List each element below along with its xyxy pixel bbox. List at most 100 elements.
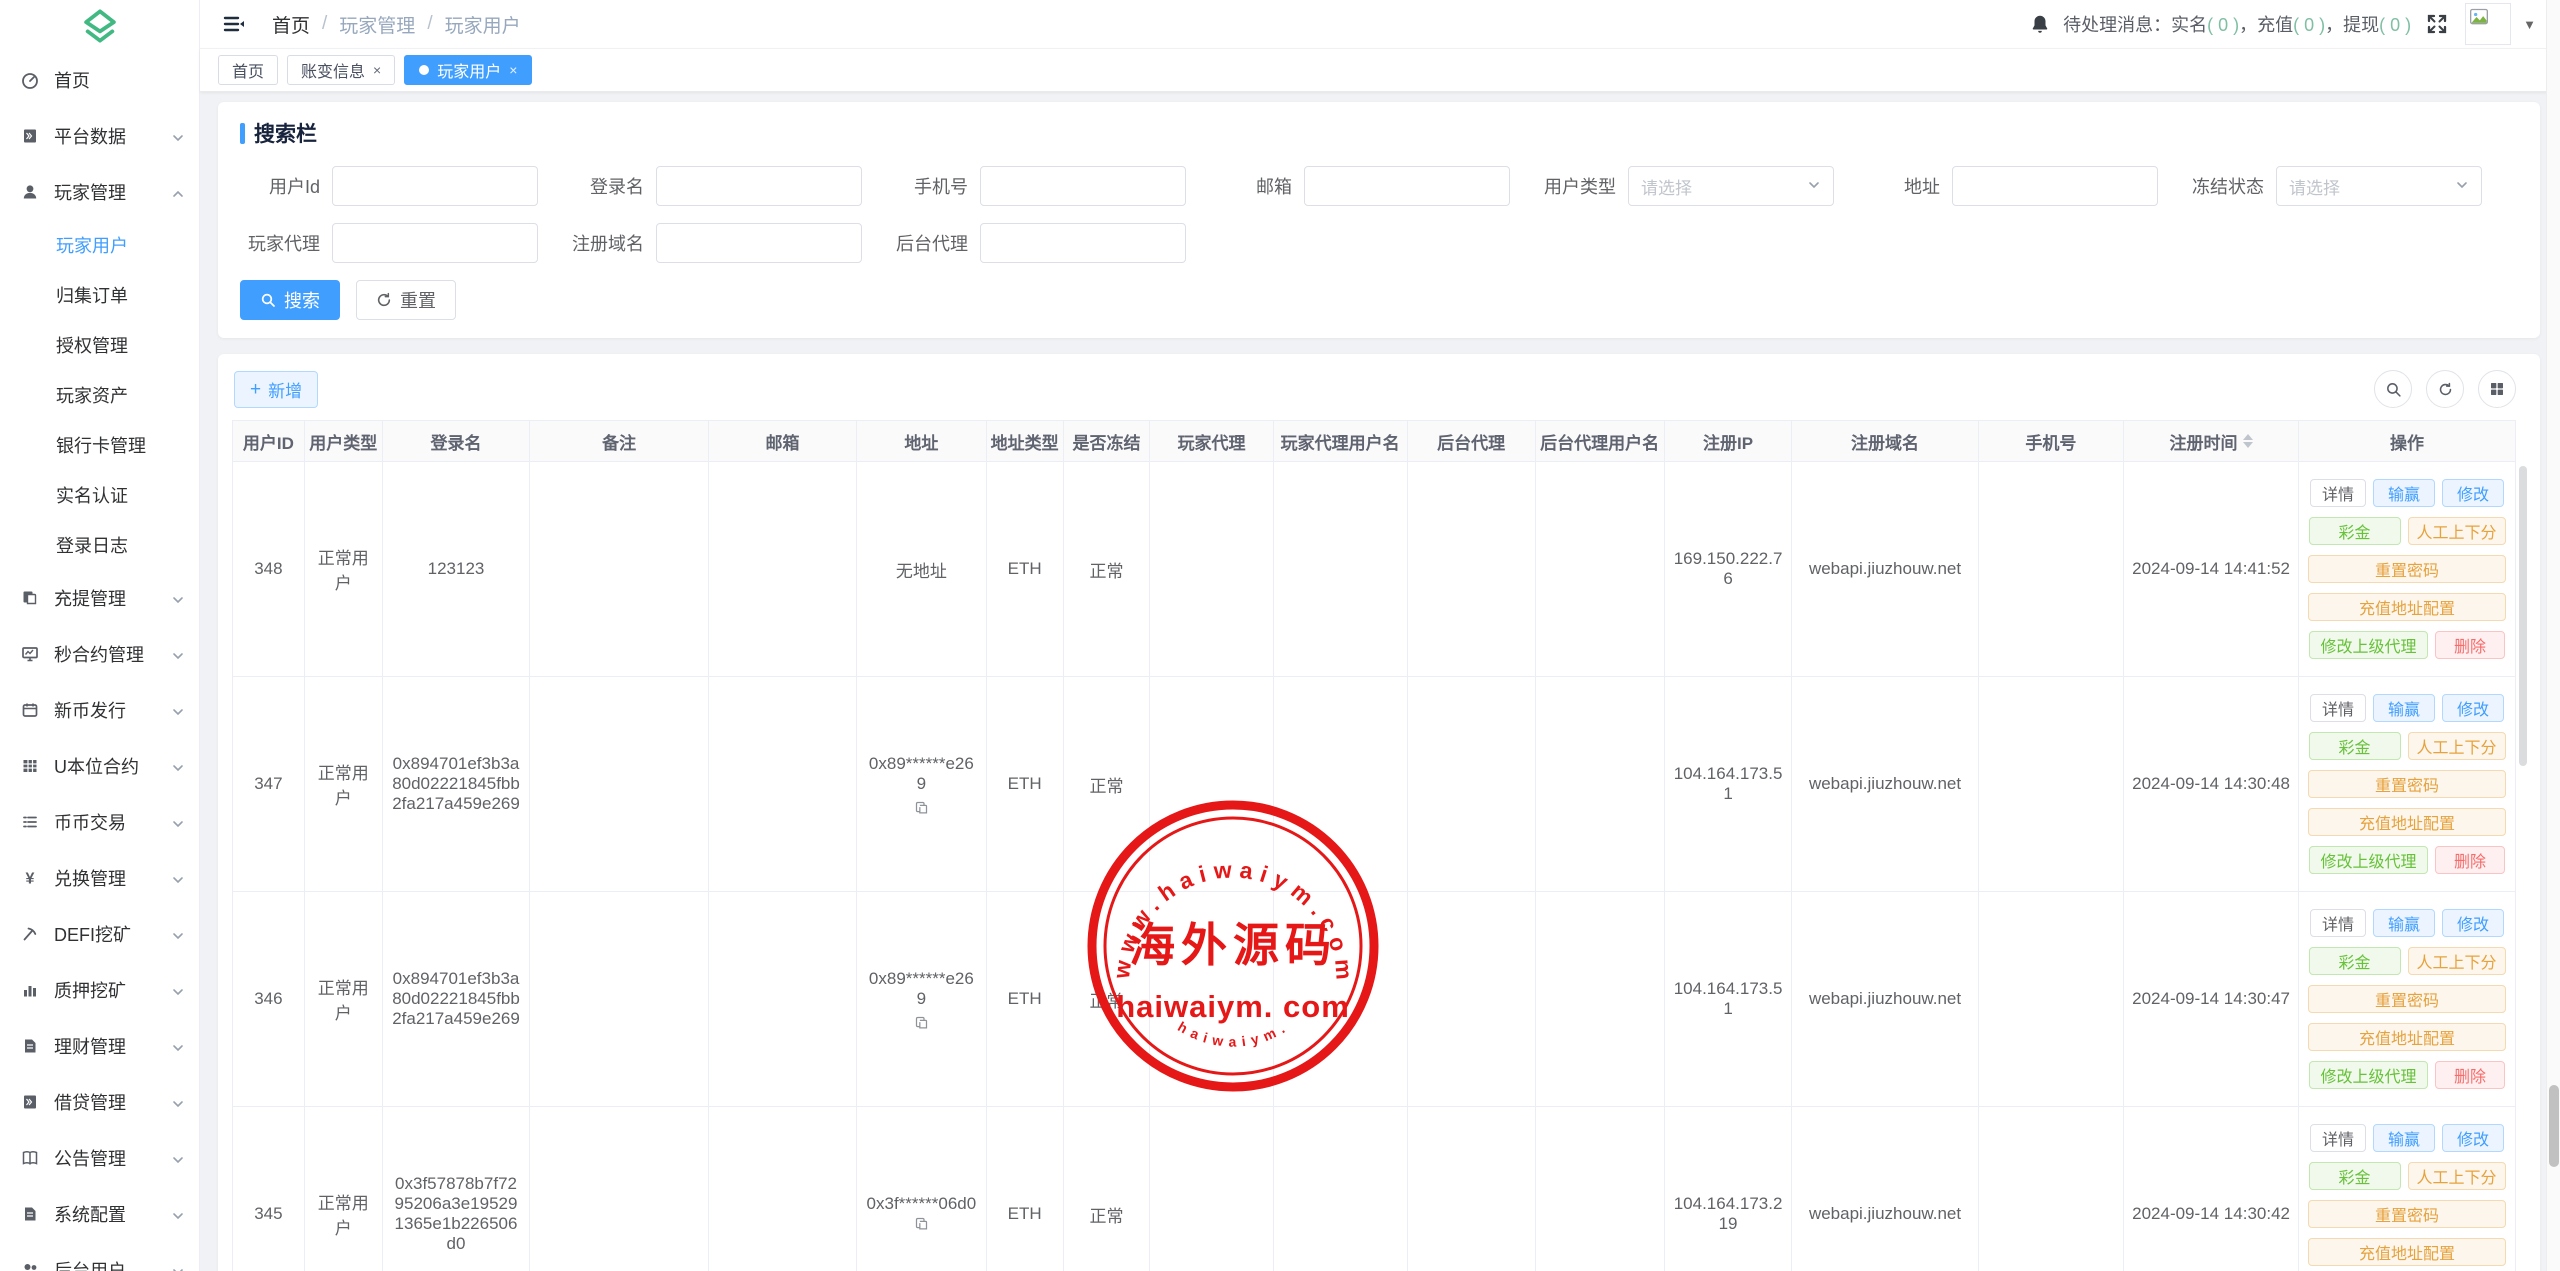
page-scrollbar[interactable] bbox=[2546, 0, 2560, 1271]
sidebar-item-系统配置[interactable]: 系统配置 bbox=[0, 1186, 199, 1242]
action-删除[interactable]: 删除 bbox=[2435, 1061, 2505, 1089]
tab-账变信息[interactable]: 账变信息× bbox=[287, 55, 395, 85]
column-header-player_agent_user: 玩家代理用户名 bbox=[1273, 421, 1407, 462]
field-input-地址[interactable] bbox=[1952, 166, 2158, 206]
cell-reg_domain: webapi.jiuzhouw.net bbox=[1792, 1107, 1978, 1271]
table-refresh-icon[interactable] bbox=[2426, 370, 2464, 408]
sidebar-subitem-实名认证[interactable]: 实名认证 bbox=[0, 470, 199, 520]
sidebar-item-新币发行[interactable]: 新币发行 bbox=[0, 682, 199, 738]
action-重置密码[interactable]: 重置密码 bbox=[2308, 770, 2506, 798]
action-修改上级代理[interactable]: 修改上级代理 bbox=[2309, 1061, 2428, 1089]
action-彩金[interactable]: 彩金 bbox=[2309, 732, 2401, 760]
action-充值地址配置[interactable]: 充值地址配置 bbox=[2308, 808, 2506, 836]
breadcrumb-item[interactable]: 玩家管理 bbox=[339, 11, 415, 38]
action-详情[interactable]: 详情 bbox=[2310, 479, 2366, 507]
breadcrumb-item[interactable]: 首页 bbox=[272, 11, 310, 38]
table-scrollbar[interactable] bbox=[2518, 420, 2528, 1271]
sidebar-item-质押挖矿[interactable]: 质押挖矿 bbox=[0, 962, 199, 1018]
sidebar-item-理财管理[interactable]: 理财管理 bbox=[0, 1018, 199, 1074]
table-search-toggle-icon[interactable] bbox=[2374, 370, 2412, 408]
action-重置密码[interactable]: 重置密码 bbox=[2308, 1200, 2506, 1228]
sidebar-item-后台用户[interactable]: 后台用户 bbox=[0, 1242, 199, 1271]
action-彩金[interactable]: 彩金 bbox=[2309, 947, 2401, 975]
action-详情[interactable]: 详情 bbox=[2310, 909, 2366, 937]
action-修改上级代理[interactable]: 修改上级代理 bbox=[2309, 846, 2428, 874]
message-充值[interactable]: 充值( 0 ) bbox=[2257, 15, 2325, 35]
action-输赢[interactable]: 输赢 bbox=[2373, 1124, 2435, 1152]
action-彩金[interactable]: 彩金 bbox=[2309, 517, 2401, 545]
action-人工上下分[interactable]: 人工上下分 bbox=[2408, 947, 2506, 975]
sidebar-item-借贷管理[interactable]: 借贷管理 bbox=[0, 1074, 199, 1130]
field-input-后台代理[interactable] bbox=[980, 223, 1186, 263]
action-输赢[interactable]: 输赢 bbox=[2373, 909, 2435, 937]
action-修改[interactable]: 修改 bbox=[2442, 479, 2504, 507]
search-button[interactable]: 搜索 bbox=[240, 280, 340, 320]
copy-icon[interactable] bbox=[914, 800, 929, 815]
sidebar-item-平台数据[interactable]: 平台数据 bbox=[0, 108, 199, 164]
reset-button[interactable]: 重置 bbox=[356, 280, 456, 320]
sidebar-item-U本位合约[interactable]: U本位合约 bbox=[0, 738, 199, 794]
tab-玩家用户[interactable]: 玩家用户× bbox=[404, 55, 532, 85]
action-输赢[interactable]: 输赢 bbox=[2373, 694, 2435, 722]
action-人工上下分[interactable]: 人工上下分 bbox=[2408, 732, 2506, 760]
field-input-登录名[interactable] bbox=[656, 166, 862, 206]
sidebar-subitem-授权管理[interactable]: 授权管理 bbox=[0, 320, 199, 370]
field-input-玩家代理[interactable] bbox=[332, 223, 538, 263]
sidebar-item-币币交易[interactable]: 币币交易 bbox=[0, 794, 199, 850]
action-充值地址配置[interactable]: 充值地址配置 bbox=[2308, 1238, 2506, 1266]
add-button[interactable]: + 新增 bbox=[234, 371, 318, 408]
sidebar-item-秒合约管理[interactable]: 秒合约管理 bbox=[0, 626, 199, 682]
action-人工上下分[interactable]: 人工上下分 bbox=[2408, 1162, 2506, 1190]
copy-icon[interactable] bbox=[914, 1015, 929, 1030]
sidebar-subitem-玩家用户[interactable]: 玩家用户 bbox=[0, 220, 199, 270]
field-input-邮箱[interactable] bbox=[1304, 166, 1510, 206]
field-input-用户Id[interactable] bbox=[332, 166, 538, 206]
tab-close-icon[interactable]: × bbox=[509, 62, 517, 78]
action-人工上下分[interactable]: 人工上下分 bbox=[2408, 517, 2506, 545]
sort-icons[interactable] bbox=[2243, 434, 2253, 448]
field-input-手机号[interactable] bbox=[980, 166, 1186, 206]
table-scrollbar-thumb[interactable] bbox=[2519, 466, 2527, 766]
field-select-冻结状态[interactable]: 请选择 bbox=[2276, 166, 2482, 206]
tab-close-icon[interactable]: × bbox=[373, 62, 381, 78]
action-输赢[interactable]: 输赢 bbox=[2373, 479, 2435, 507]
sidebar-item-兑换管理[interactable]: ¥兑换管理 bbox=[0, 850, 199, 906]
sidebar: 首页平台数据玩家管理玩家用户归集订单授权管理玩家资产银行卡管理实名认证登录日志充… bbox=[0, 0, 200, 1271]
sidebar-subitem-归集订单[interactable]: 归集订单 bbox=[0, 270, 199, 320]
sidebar-item-公告管理[interactable]: 公告管理 bbox=[0, 1130, 199, 1186]
action-修改[interactable]: 修改 bbox=[2442, 694, 2504, 722]
sidebar-subitem-登录日志[interactable]: 登录日志 bbox=[0, 520, 199, 570]
sidebar-item-玩家管理[interactable]: 玩家管理 bbox=[0, 164, 199, 220]
fullscreen-icon[interactable] bbox=[2425, 12, 2449, 36]
sidebar-item-首页[interactable]: 首页 bbox=[0, 52, 199, 108]
action-删除[interactable]: 删除 bbox=[2435, 631, 2505, 659]
breadcrumb-item[interactable]: 玩家用户 bbox=[445, 11, 521, 38]
action-彩金[interactable]: 彩金 bbox=[2309, 1162, 2401, 1190]
sidebar-item-DEFI挖矿[interactable]: DEFI挖矿 bbox=[0, 906, 199, 962]
action-充值地址配置[interactable]: 充值地址配置 bbox=[2308, 593, 2506, 621]
message-提现[interactable]: 提现( 0 ) bbox=[2343, 15, 2411, 35]
user-menu-caret-icon[interactable]: ▼ bbox=[2523, 17, 2536, 32]
copy-icon[interactable] bbox=[914, 1216, 929, 1231]
action-修改[interactable]: 修改 bbox=[2442, 909, 2504, 937]
page-scrollbar-thumb[interactable] bbox=[2549, 1085, 2559, 1167]
message-实名[interactable]: 实名( 0 ) bbox=[2171, 15, 2239, 35]
field-select-用户类型[interactable]: 请选择 bbox=[1628, 166, 1834, 206]
action-重置密码[interactable]: 重置密码 bbox=[2308, 555, 2506, 583]
action-详情[interactable]: 详情 bbox=[2310, 1124, 2366, 1152]
field-input-注册域名[interactable] bbox=[656, 223, 862, 263]
sidebar-item-充提管理[interactable]: 充提管理 bbox=[0, 570, 199, 626]
bell-icon[interactable] bbox=[2029, 13, 2051, 35]
action-修改上级代理[interactable]: 修改上级代理 bbox=[2309, 631, 2428, 659]
action-修改[interactable]: 修改 bbox=[2442, 1124, 2504, 1152]
sidebar-subitem-玩家资产[interactable]: 玩家资产 bbox=[0, 370, 199, 420]
action-充值地址配置[interactable]: 充值地址配置 bbox=[2308, 1023, 2506, 1051]
column-settings-icon[interactable] bbox=[2478, 370, 2516, 408]
action-删除[interactable]: 删除 bbox=[2435, 846, 2505, 874]
tab-首页[interactable]: 首页 bbox=[218, 55, 278, 85]
avatar[interactable] bbox=[2465, 3, 2511, 45]
sidebar-fold-icon[interactable] bbox=[222, 11, 248, 37]
action-详情[interactable]: 详情 bbox=[2310, 694, 2366, 722]
sidebar-subitem-银行卡管理[interactable]: 银行卡管理 bbox=[0, 420, 199, 470]
action-重置密码[interactable]: 重置密码 bbox=[2308, 985, 2506, 1013]
